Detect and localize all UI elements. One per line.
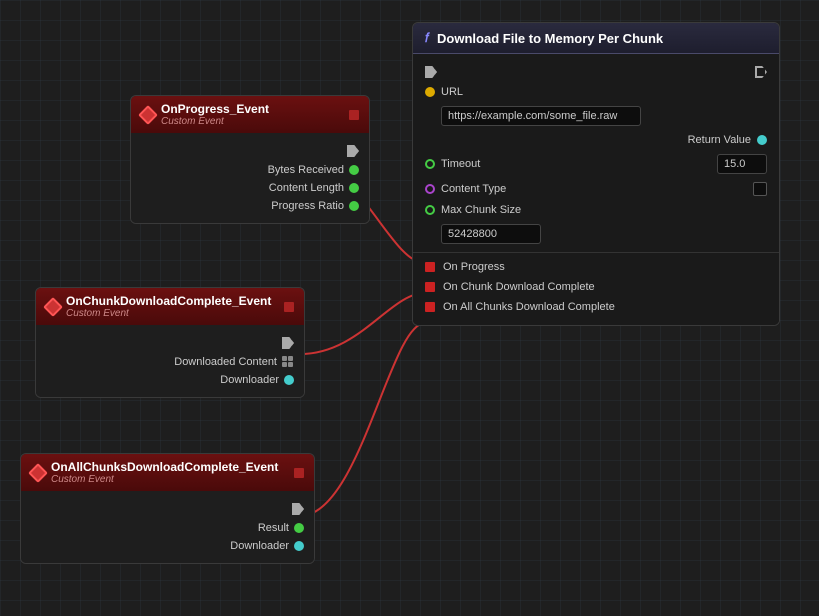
on-all-chunks-title: OnAllChunksDownloadComplete_Event	[51, 460, 278, 474]
func-icon: 𝑓	[425, 30, 429, 46]
on-all-chunks-event-pin	[425, 302, 435, 312]
on-chunk-icon	[43, 297, 63, 317]
pin-bytes-received: Bytes Received	[131, 161, 369, 179]
on-chunk-exec-pin	[282, 337, 294, 349]
on-all-chunks-subtitle: Custom Event	[51, 474, 278, 485]
on-all-chunks-exec-out	[21, 499, 314, 519]
url-row: URL	[413, 82, 779, 102]
on-progress-node: OnProgress_Event Custom Event Bytes Rece…	[130, 95, 370, 224]
pin-downloader-chunk-dot	[284, 375, 294, 385]
pin-result-label: Result	[258, 522, 289, 534]
main-exec-row	[413, 62, 779, 82]
pin-result: Result	[21, 519, 314, 537]
pin-downloaded-content: Downloaded Content	[36, 353, 304, 371]
url-input-row	[413, 102, 779, 130]
main-node: 𝑓 Download File to Memory Per Chunk URL …	[412, 22, 780, 326]
on-progress-exec-out	[131, 141, 369, 161]
on-all-chunks-close[interactable]	[294, 468, 304, 478]
on-chunk-header: OnChunkDownloadComplete_Event Custom Eve…	[36, 288, 304, 325]
max-chunk-label: Max Chunk Size	[441, 204, 767, 216]
main-node-title: Download File to Memory Per Chunk	[437, 31, 663, 46]
on-progress-title: OnProgress_Event	[161, 102, 269, 116]
pin-progress-ratio: Progress Ratio	[131, 197, 369, 215]
on-all-chunks-exec-pin	[292, 503, 304, 515]
url-label: URL	[441, 86, 767, 98]
main-exec-out	[755, 66, 767, 78]
content-type-pin	[425, 184, 435, 194]
exec-pin-out	[347, 145, 359, 157]
on-progress-header: OnProgress_Event Custom Event	[131, 96, 369, 133]
pin-progress-ratio-label: Progress Ratio	[271, 200, 344, 212]
content-type-label: Content Type	[441, 183, 747, 195]
content-type-checkbox[interactable]	[753, 182, 767, 196]
on-chunk-node: OnChunkDownloadComplete_Event Custom Eve…	[35, 287, 305, 398]
on-all-chunks-event-label: On All Chunks Download Complete	[443, 301, 615, 313]
url-pin	[425, 87, 435, 97]
max-chunk-input-row	[413, 220, 779, 248]
url-input[interactable]	[441, 106, 641, 126]
on-chunk-body: Downloaded Content Downloader	[36, 325, 304, 397]
on-progress-event-pin	[425, 262, 435, 272]
timeout-pin	[425, 159, 435, 169]
pin-downloader-all-dot	[294, 541, 304, 551]
return-value-label: Return Value	[688, 134, 751, 146]
on-all-chunks-icon	[28, 463, 48, 483]
pin-downloader-chunk-label: Downloader	[220, 374, 279, 386]
separator-1	[413, 252, 779, 253]
pin-downloaded-content-dot	[282, 356, 294, 368]
on-progress-subtitle: Custom Event	[161, 116, 269, 127]
on-chunk-close[interactable]	[284, 302, 294, 312]
on-chunk-subtitle: Custom Event	[66, 308, 271, 319]
main-node-body: URL Return Value Timeout Content Type	[413, 54, 779, 325]
canvas: OnProgress_Event Custom Event Bytes Rece…	[0, 0, 819, 616]
return-value-row: Return Value	[413, 130, 779, 150]
on-chunk-exec-out	[36, 333, 304, 353]
on-chunk-event-pin	[425, 282, 435, 292]
pin-downloader-all: Downloader	[21, 537, 314, 555]
pin-bytes-received-label: Bytes Received	[268, 164, 344, 176]
on-chunk-event-label: On Chunk Download Complete	[443, 281, 595, 293]
on-all-chunks-pin-row: On All Chunks Download Complete	[413, 297, 779, 317]
on-all-chunks-header: OnAllChunksDownloadComplete_Event Custom…	[21, 454, 314, 491]
main-node-header: 𝑓 Download File to Memory Per Chunk	[413, 23, 779, 54]
timeout-label: Timeout	[441, 158, 711, 170]
return-value-pin	[757, 135, 767, 145]
timeout-input[interactable]	[717, 154, 767, 174]
on-progress-close[interactable]	[349, 110, 359, 120]
pin-content-length-label: Content Length	[269, 182, 344, 194]
on-progress-pin-row: On Progress	[413, 257, 779, 277]
content-type-row: Content Type	[413, 178, 779, 200]
pin-content-length: Content Length	[131, 179, 369, 197]
timeout-row: Timeout	[413, 150, 779, 178]
pin-content-length-dot	[349, 183, 359, 193]
on-all-chunks-node: OnAllChunksDownloadComplete_Event Custom…	[20, 453, 315, 564]
on-progress-event-label: On Progress	[443, 261, 505, 273]
max-chunk-row: Max Chunk Size	[413, 200, 779, 220]
on-chunk-pin-row: On Chunk Download Complete	[413, 277, 779, 297]
pin-downloaded-content-label: Downloaded Content	[174, 356, 277, 368]
pin-downloader-all-label: Downloader	[230, 540, 289, 552]
max-chunk-pin	[425, 205, 435, 215]
max-chunk-input[interactable]	[441, 224, 541, 244]
on-chunk-title: OnChunkDownloadComplete_Event	[66, 294, 271, 308]
on-all-chunks-body: Result Downloader	[21, 491, 314, 563]
pin-downloader-chunk: Downloader	[36, 371, 304, 389]
on-progress-body: Bytes Received Content Length Progress R…	[131, 133, 369, 223]
on-progress-icon	[138, 105, 158, 125]
pin-result-dot	[294, 523, 304, 533]
main-exec-in	[425, 66, 437, 78]
pin-progress-ratio-dot	[349, 201, 359, 211]
pin-bytes-received-dot	[349, 165, 359, 175]
